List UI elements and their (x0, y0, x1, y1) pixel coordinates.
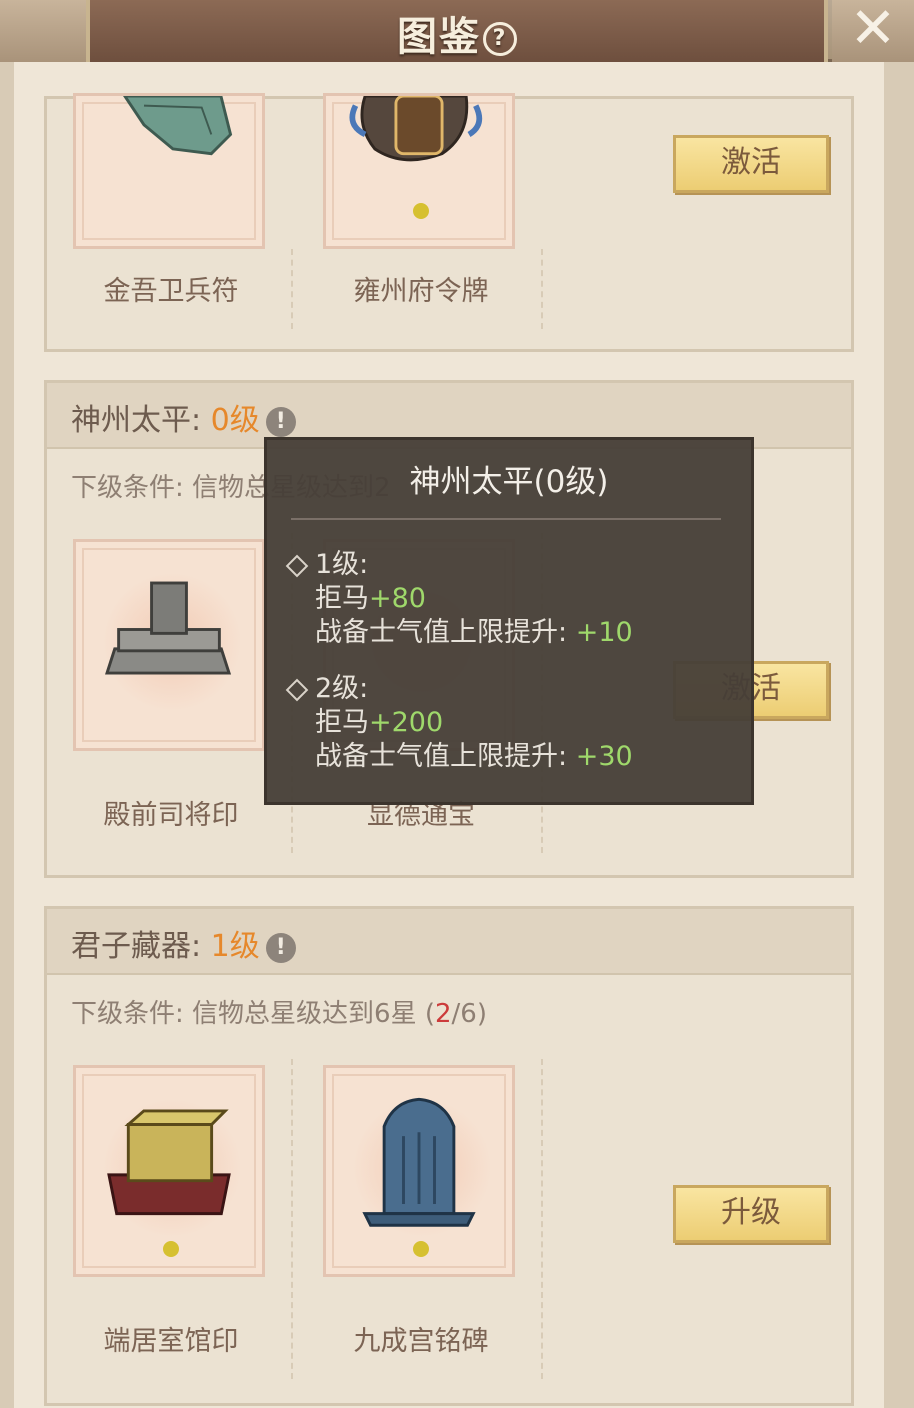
condition-text: 信物总星级达到6星 (192, 999, 417, 1029)
star-moon-icon (410, 200, 432, 222)
diamond-bullet-icon (285, 554, 309, 578)
header-left-ornament (0, 0, 86, 62)
activate-button[interactable]: 激活 (673, 135, 829, 193)
tooltip-stat-line: 战备士气值上限提升: +10 (315, 610, 633, 649)
item-card[interactable] (73, 539, 265, 751)
section-title-text: 神州太平 (71, 403, 191, 438)
info-icon[interactable]: ! (265, 932, 296, 963)
star-moon-icon (410, 1238, 432, 1260)
next-level-condition: 下级条件: 信物总星级达到6星 (2/6) (71, 999, 488, 1029)
stat-name: 战备士气值上限提升: (315, 741, 568, 772)
item-name: 端居室馆印 (103, 1326, 239, 1357)
page-title-text: 图鉴 (397, 14, 481, 60)
tooltip-divider (291, 518, 721, 520)
tiger-tally-icon (123, 96, 233, 156)
item-card[interactable] (73, 93, 265, 249)
stat-value: +10 (575, 617, 633, 648)
divider (541, 249, 543, 329)
collection-section-top: 金吾卫兵符 雍州府令牌 激活 (44, 93, 854, 352)
level-tooltip: 神州太平(0级) 1级: 拒马+80 战备士气值上限提升: +10 2级: 拒马… (264, 437, 754, 805)
section-title: 君子藏器: 1级! (71, 921, 296, 965)
divider (291, 249, 293, 329)
title-bar: 图鉴? ✕ (0, 0, 914, 62)
stat-value: +30 (575, 741, 633, 772)
upgrade-button[interactable]: 升级 (673, 1185, 829, 1243)
section-level: 0级 (210, 403, 260, 438)
divider (291, 1059, 293, 1379)
item-card[interactable] (73, 1065, 265, 1277)
condition-label: 下级条件: (71, 473, 184, 503)
item-name: 金吾卫兵符 (103, 276, 239, 307)
section-header: 君子藏器: 1级! (47, 909, 851, 975)
tooltip-title: 神州太平(0级) (409, 464, 609, 500)
progress-total: /6 (451, 999, 477, 1029)
item-name: 殿前司将印 (103, 800, 239, 831)
diamond-bullet-icon (285, 678, 309, 702)
stat-name: 战备士气值上限提升: (315, 617, 568, 648)
info-icon[interactable]: ! (265, 406, 296, 437)
page-title: 图鉴? (90, 4, 824, 62)
collection-section-junzi: 君子藏器: 1级! 下级条件: 信物总星级达到6星 (2/6) 端居室馆印 九成… (44, 906, 854, 1406)
condition-label: 下级条件: (71, 999, 184, 1029)
star-moon-icon (160, 1238, 182, 1260)
item-card[interactable] (323, 1065, 515, 1277)
token-plaque-icon (349, 96, 483, 162)
tooltip-stat-line: 战备士气值上限提升: +30 (315, 734, 633, 773)
section-title: 神州太平: 0级! (71, 395, 296, 439)
section-level: 1级 (210, 929, 260, 964)
item-name: 雍州府令牌 (353, 276, 489, 307)
help-icon[interactable]: ? (483, 22, 517, 56)
item-card[interactable] (323, 93, 515, 249)
close-icon: ✕ (849, 0, 897, 61)
item-name: 九成宫铭碑 (353, 1326, 489, 1357)
general-seal-icon (105, 581, 232, 675)
section-title-text: 君子藏器 (71, 929, 191, 964)
divider (541, 1059, 543, 1379)
progress-current: 2 (435, 999, 452, 1029)
close-button[interactable]: ✕ (832, 0, 914, 62)
title-banner: 图鉴? (86, 0, 828, 62)
